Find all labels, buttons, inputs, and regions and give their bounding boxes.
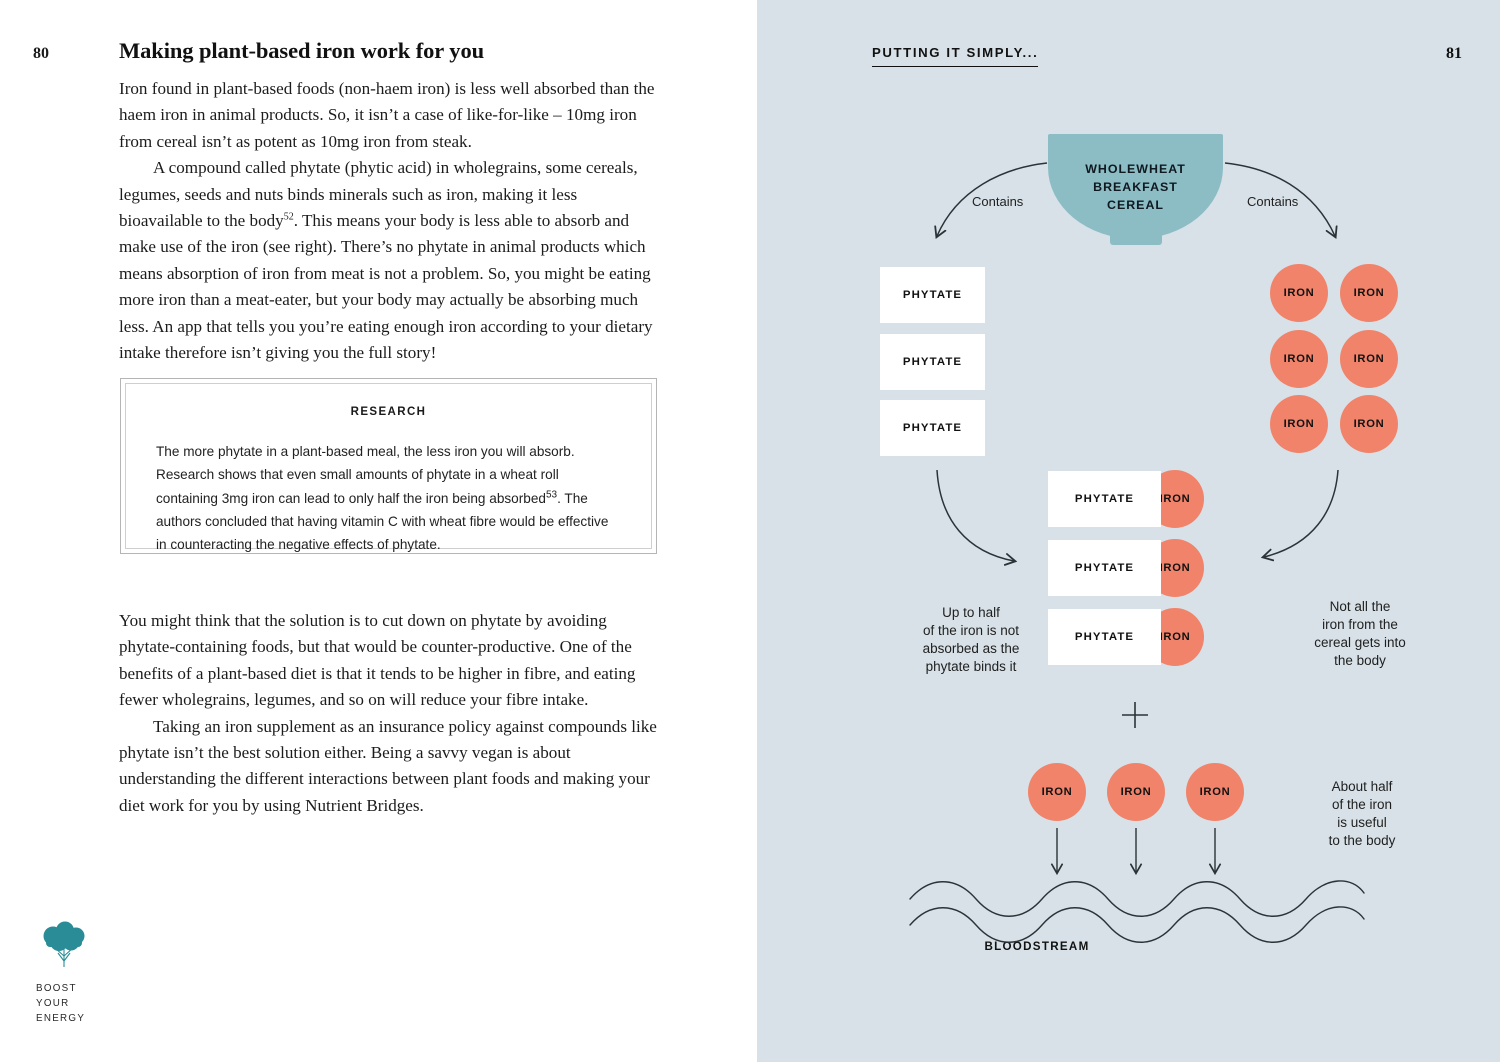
caption-body: About half of the iron is useful to the …: [1297, 778, 1427, 850]
phytate-box-2: PHYTATE: [880, 334, 985, 390]
page-number-left: 80: [33, 45, 49, 62]
bound-pair-1: IRON PHYTATE: [1048, 470, 1208, 528]
caption-body-line-3: is useful: [1337, 815, 1387, 830]
caption-body-line-4: to the body: [1328, 833, 1396, 848]
research-label: RESEARCH: [350, 406, 427, 418]
iron-circle-4: IRON: [1340, 330, 1398, 388]
contains-label-right: Contains: [1247, 194, 1299, 209]
research-text: The more phytate in a plant-based meal, …: [156, 440, 621, 556]
chapter-logo: BOOST YOUR ENERGY: [36, 920, 156, 1026]
section-kicker: PUTTING IT SIMPLY...: [872, 45, 1039, 67]
bound-pair-2: IRON PHYTATE: [1048, 539, 1208, 597]
absorbed-iron-circle-3: IRON: [1186, 763, 1244, 821]
caption-body-line-2: of the iron: [1331, 797, 1393, 812]
caption-right-line-2: iron from the: [1322, 617, 1398, 632]
bound-pair-1-phytate: PHYTATE: [1048, 471, 1161, 527]
caption-left: Up to half of the iron is not absorbed a…: [882, 604, 1060, 676]
research-callout-box: RESEARCH The more phytate in a plant-bas…: [120, 378, 657, 554]
phytate-to-bound-arrow: [936, 469, 1014, 561]
left-page: 80 Making plant-based iron work for you …: [0, 0, 752, 1062]
plus-glyph: [1122, 702, 1148, 728]
iron-circle-6: IRON: [1340, 395, 1398, 453]
bowl-label: WHOLEWHEAT BREAKFAST CEREAL: [1048, 160, 1223, 214]
footnote-ref-52: 52: [283, 211, 294, 223]
footnote-ref-53: 53: [545, 489, 558, 501]
caption-body-line-1: About half: [1331, 779, 1393, 794]
iron-circle-5: IRON: [1270, 395, 1328, 453]
page-number-right: 81: [1446, 45, 1462, 62]
bowl-label-line-2: BREAKFAST: [1093, 180, 1178, 194]
caption-right-line-1: Not all the: [1329, 599, 1391, 614]
bound-pair-3: IRON PHYTATE: [1048, 608, 1208, 666]
paragraph-3: You might think that the solution is to …: [119, 611, 636, 710]
paragraph-2: A compound called phytate (phytic acid) …: [119, 155, 659, 366]
chapter-logo-line-3: ENERGY: [36, 1013, 86, 1024]
caption-left-line-2: of the iron is not: [922, 623, 1020, 638]
caption-left-line-3: absorbed as the: [922, 641, 1020, 656]
caption-right-line-3: cereal gets into: [1314, 635, 1406, 650]
plus-icon: [1120, 700, 1150, 730]
paragraph-1: Iron found in plant-based foods (non-hae…: [119, 79, 655, 151]
caption-right: Not all the iron from the cereal gets in…: [1280, 598, 1440, 670]
bloodstream-label-wrap: BLOODSTREAM: [907, 940, 1167, 953]
chapter-logo-text: BOOST YOUR ENERGY: [36, 981, 156, 1026]
research-callout-inner: RESEARCH The more phytate in a plant-bas…: [125, 383, 652, 552]
bound-pair-2-phytate: PHYTATE: [1048, 540, 1161, 596]
iron-circle-2: IRON: [1340, 264, 1398, 322]
iron-circle-3: IRON: [1270, 330, 1328, 388]
page-gutter: [752, 0, 757, 1062]
bowl-label-line-3: CEREAL: [1107, 198, 1164, 212]
research-text-part-a: The more phytate in a plant-based meal, …: [156, 444, 575, 506]
left-column-continued: You might think that the solution is to …: [119, 608, 665, 819]
paragraph-4: Taking an iron supplement as an insuranc…: [119, 716, 657, 815]
absorbed-iron-circle-2: IRON: [1107, 763, 1165, 821]
bound-pair-3-phytate: PHYTATE: [1048, 609, 1161, 665]
cereal-bowl-node: WHOLEWHEAT BREAKFAST CEREAL: [1048, 134, 1223, 245]
iron-to-bound-arrow: [1264, 469, 1339, 557]
page-title: Making plant-based iron work for you: [119, 38, 485, 63]
bloodstream-wave-1: [909, 880, 1365, 917]
book-spread: 80 Making plant-based iron work for you …: [0, 0, 1500, 1062]
absorbed-iron-circle-1: IRON: [1028, 763, 1086, 821]
bloodstream-wave-2: [909, 906, 1365, 943]
chapter-logo-line-2: YOUR: [36, 998, 70, 1009]
broccoli-icon: [43, 921, 85, 967]
caption-left-line-1: Up to half: [942, 605, 1000, 620]
contains-label-left: Contains: [972, 194, 1024, 209]
right-page: PUTTING IT SIMPLY... 81 WHOLEWHEAT BREAK…: [752, 0, 1500, 1062]
phytate-box-3: PHYTATE: [880, 400, 985, 456]
iron-circle-1: IRON: [1270, 264, 1328, 322]
bloodstream-label: BLOODSTREAM: [984, 940, 1090, 953]
phytate-box-1: PHYTATE: [880, 267, 985, 323]
bowl-label-line-1: WHOLEWHEAT: [1085, 162, 1186, 176]
chapter-logo-line-1: BOOST: [36, 983, 77, 994]
paragraph-2-part-b: . This means your body is less able to a…: [119, 211, 653, 363]
caption-right-line-4: the body: [1334, 653, 1386, 668]
caption-left-line-4: phytate binds it: [925, 659, 1017, 674]
left-column: Making plant-based iron work for you Iro…: [119, 37, 659, 366]
